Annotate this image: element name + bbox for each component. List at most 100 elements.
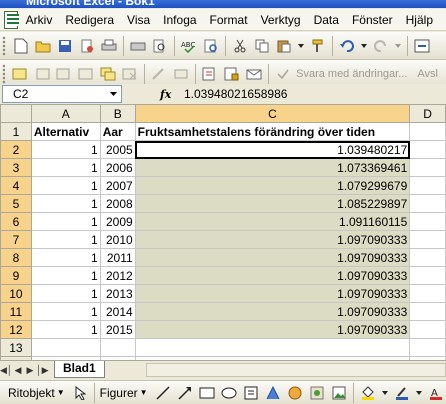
diagram-icon[interactable] (284, 382, 306, 404)
new-comment-icon[interactable] (9, 63, 31, 85)
cell-d[interactable] (409, 176, 446, 195)
next-sheet-icon[interactable]: ▶ (24, 363, 36, 377)
toolbar-grip[interactable] (2, 63, 6, 84)
row-header[interactable]: 1 (0, 122, 32, 141)
fill-color-dropdown-icon[interactable] (379, 382, 391, 404)
cell-b[interactable]: 2011 (99, 248, 136, 267)
cell-a[interactable] (30, 338, 101, 357)
redo-icon[interactable] (370, 35, 392, 57)
row-header[interactable]: 13 (0, 338, 32, 357)
menu-redigera[interactable]: Redigera (65, 13, 114, 27)
line-color-icon[interactable] (391, 382, 413, 404)
save-icon[interactable] (54, 35, 76, 57)
cell-c[interactable] (134, 338, 411, 357)
cell-d[interactable] (409, 284, 446, 303)
menu-fonster[interactable]: Fönster (352, 13, 393, 27)
cell-c[interactable]: 1.097090333 (134, 320, 411, 339)
excel-document-icon[interactable] (4, 10, 19, 29)
next-comment-icon[interactable] (53, 63, 75, 85)
cell-c-active[interactable]: 1.039480217 (134, 140, 411, 159)
row-header[interactable]: 7 (0, 230, 32, 249)
row-header[interactable]: 9 (0, 266, 32, 285)
cell-a[interactable]: 1 (30, 248, 101, 267)
cell-c[interactable]: 1.097090333 (134, 284, 411, 303)
column-header-a[interactable]: A (30, 104, 101, 123)
reply-with-changes-button[interactable]: Svara med ändringar... (296, 68, 407, 80)
cell-b[interactable]: 2015 (99, 320, 136, 339)
name-box[interactable]: C2 (2, 85, 122, 103)
formula-input[interactable]: 1.03948021658986 (184, 87, 287, 101)
cell-b[interactable]: 2010 (99, 230, 136, 249)
cell-c[interactable]: 1.097090333 (134, 230, 411, 249)
reply-with-changes-icon[interactable] (272, 63, 294, 85)
menu-hjalp[interactable]: Hjälp (406, 13, 433, 27)
protect-sheet-icon[interactable] (221, 63, 243, 85)
cell-c[interactable]: 1.097090333 (134, 248, 411, 267)
cell-d[interactable] (409, 212, 446, 231)
cell-d[interactable] (409, 230, 446, 249)
cell-a[interactable]: 1 (30, 212, 101, 231)
draw-menu-button[interactable]: Ritobjekt (8, 386, 55, 400)
column-header-b[interactable]: B (99, 104, 136, 123)
cell-a[interactable]: 1 (30, 302, 101, 321)
cell-a[interactable]: 1 (30, 320, 101, 339)
new-document-icon[interactable] (10, 35, 32, 57)
cell-b[interactable] (99, 338, 136, 357)
last-sheet-icon[interactable]: │▶ (36, 363, 49, 377)
preview-magnifier-icon[interactable] (149, 35, 171, 57)
cell-c[interactable]: 1.073369461 (134, 158, 411, 177)
redo-dropdown-icon[interactable] (392, 35, 404, 57)
cell-b[interactable]: 2007 (99, 176, 136, 195)
cell-d[interactable] (409, 248, 446, 267)
show-comment-icon[interactable] (75, 63, 97, 85)
cell-b[interactable]: 2014 (99, 302, 136, 321)
cell-c[interactable]: 1.085229897 (134, 194, 411, 213)
menu-verktyg[interactable]: Verktyg (261, 13, 301, 27)
cell-c1[interactable]: Fruktsamhetstalens förändring över tiden (134, 122, 411, 141)
font-color-icon[interactable]: A (425, 382, 446, 404)
cell-a[interactable]: 1 (30, 284, 101, 303)
research-icon[interactable] (200, 35, 222, 57)
insert-picture-icon[interactable] (328, 382, 350, 404)
fill-color-icon[interactable] (357, 382, 379, 404)
paste-dropdown-icon[interactable] (295, 35, 307, 57)
cell-a[interactable]: 1 (30, 176, 101, 195)
cell-a[interactable]: 1 (30, 140, 101, 159)
cell-b1[interactable]: Aar (99, 122, 136, 141)
row-header[interactable]: 5 (0, 194, 32, 213)
row-header[interactable]: 3 (0, 158, 32, 177)
row-header[interactable]: 2 (0, 140, 32, 159)
previous-comment-icon[interactable] (31, 63, 53, 85)
row-header[interactable]: 12 (0, 320, 32, 339)
undo-dropdown-icon[interactable] (358, 35, 370, 57)
cut-icon[interactable] (229, 35, 251, 57)
clip-art-icon[interactable] (306, 382, 328, 404)
previous-sheet-icon[interactable]: ◀ (12, 363, 24, 377)
cell-b[interactable]: 2009 (99, 212, 136, 231)
row-header[interactable]: 10 (0, 284, 32, 303)
permission-icon[interactable] (76, 35, 98, 57)
column-header-d[interactable]: D (409, 104, 446, 123)
column-header-c[interactable]: C (134, 104, 411, 123)
cell-a1[interactable]: Alternativ (30, 122, 101, 141)
cell-d[interactable] (409, 302, 446, 321)
format-painter-icon[interactable] (307, 35, 329, 57)
chevron-down-icon[interactable]: ▼ (140, 388, 148, 397)
menu-arkiv[interactable]: Arkiv (26, 13, 53, 27)
cell-d[interactable] (409, 338, 446, 357)
cell-b[interactable]: 2005 (99, 140, 136, 159)
function-icon[interactable]: fx (160, 88, 184, 101)
menu-infoga[interactable]: Infoga (163, 13, 196, 27)
delete-comment-icon[interactable] (119, 63, 141, 85)
cell-d[interactable] (409, 266, 446, 285)
cell-d1[interactable] (409, 122, 446, 141)
menu-data[interactable]: Data (314, 13, 339, 27)
toolbar-grip[interactable] (2, 35, 6, 56)
cell-c[interactable]: 1.091160115 (134, 212, 411, 231)
cell-b[interactable]: 2006 (99, 158, 136, 177)
spelling-icon[interactable]: ABC (178, 35, 200, 57)
cell-c[interactable]: 1.079299679 (134, 176, 411, 195)
first-sheet-icon[interactable]: ◀│ (0, 363, 13, 377)
line-color-dropdown-icon[interactable] (413, 382, 425, 404)
cell-b[interactable]: 2008 (99, 194, 136, 213)
